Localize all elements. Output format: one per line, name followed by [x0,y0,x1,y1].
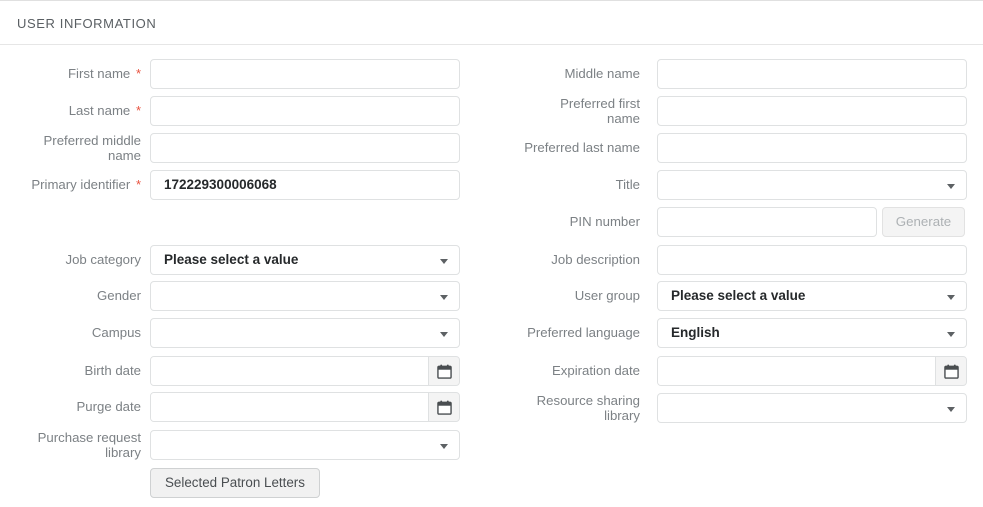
form-row-resource-sharing-library: Resource sharing library [0,393,967,423]
chevron-down-icon [947,332,955,337]
label-resource-sharing-library: Resource sharing library [536,393,640,423]
label-pin-number: PIN number [569,214,640,229]
form-row-preferred-last-name: Preferred last name [0,133,967,163]
user-information-form: USER INFORMATION First name * Last name *… [0,0,983,507]
generate-pin-button[interactable]: Generate [882,207,965,237]
form-row-middle-name: Middle name [0,59,967,89]
label-preferred-first-name: Preferred first name [560,96,640,126]
input-pin-number[interactable] [657,207,877,237]
chevron-down-icon [440,444,448,449]
label-purchase-request-library: Purchase request library [37,430,141,460]
form-row-user-group: User group Please select a value [0,281,967,311]
selected-patron-letters-button[interactable]: Selected Patron Letters [150,468,320,498]
select-user-group[interactable]: Please select a value [657,281,967,311]
form-row-pin-number: PIN number Generate [0,207,967,237]
chevron-down-icon [947,184,955,189]
form-row-preferred-first-name: Preferred first name [0,96,967,126]
datefield-expiration-date [657,356,967,386]
input-preferred-last-name[interactable] [657,133,967,163]
form-row-job-description: Job description [0,245,967,275]
label-title: Title [615,177,640,192]
form-row-title: Title [0,170,967,200]
form-row-preferred-language: Preferred language English [0,318,967,348]
select-purchase-request-library[interactable] [150,430,460,460]
input-middle-name[interactable] [657,59,967,89]
form-row-purchase-request-library: Purchase request library [0,430,460,460]
select-preferred-language[interactable]: English [657,318,967,348]
input-job-description[interactable] [657,245,967,275]
label-middle-name: Middle name [564,66,641,81]
label-preferred-language: Preferred language [527,325,640,340]
form-row-expiration-date: Expiration date [0,356,967,386]
input-expiration-date[interactable] [658,357,936,385]
input-preferred-first-name[interactable] [657,96,967,126]
chevron-down-icon [947,295,955,300]
section-title: USER INFORMATION [17,16,157,31]
chevron-down-icon [947,407,955,412]
label-job-description: Job description [551,252,640,267]
select-resource-sharing-library[interactable] [657,393,967,423]
calendar-icon [943,364,959,379]
label-expiration-date: Expiration date [552,363,640,378]
select-title[interactable] [657,170,967,200]
label-user-group: User group [574,288,640,303]
label-preferred-last-name: Preferred last name [524,140,640,155]
section-header: USER INFORMATION [0,0,983,45]
calendar-icon-button-expiration-date[interactable] [935,357,966,385]
